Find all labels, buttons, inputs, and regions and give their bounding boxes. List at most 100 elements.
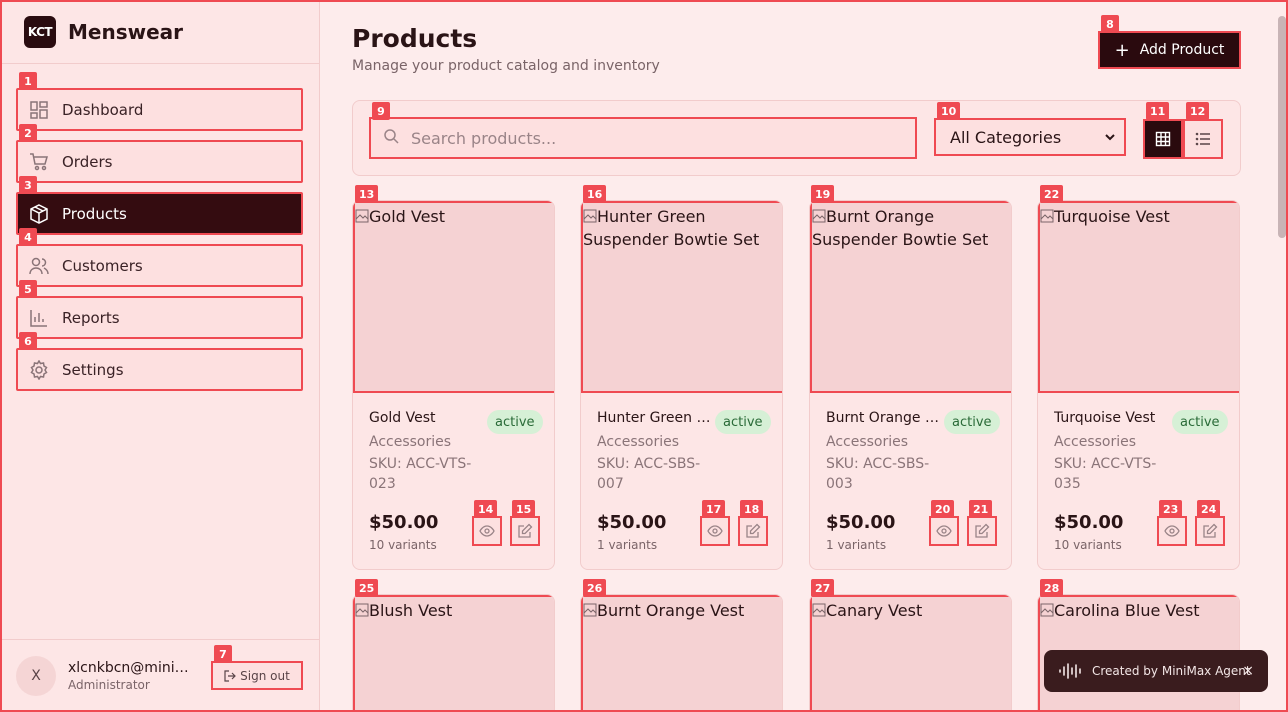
product-price: $50.00 — [826, 512, 896, 533]
search-input[interactable]: Search products... — [369, 117, 917, 159]
sidebar-item-orders[interactable]: Orders — [16, 140, 303, 183]
gear-icon — [28, 359, 50, 381]
grid-icon — [1155, 131, 1171, 147]
product-image[interactable]: Canary Vest — [810, 595, 1011, 712]
edit-button[interactable] — [738, 516, 768, 546]
edit-button[interactable] — [1195, 516, 1225, 546]
marker: 2 — [19, 124, 37, 142]
marker: 12 — [1186, 102, 1210, 120]
product-variants: 10 variants — [369, 538, 437, 552]
marker: 22 — [1040, 185, 1064, 203]
dashboard-icon — [28, 99, 50, 121]
sidebar-item-products[interactable]: Products — [16, 192, 303, 235]
broken-image-icon — [1040, 206, 1054, 223]
product-card: Gold Vest Gold Vest active Accessories S… — [352, 200, 555, 570]
sign-out-label: Sign out — [240, 668, 290, 683]
list-icon — [1195, 131, 1211, 147]
product-sku: SKU: ACC-SBS-003 — [826, 456, 930, 492]
marker: 25 — [355, 579, 379, 597]
product-category: Accessories — [597, 434, 680, 450]
eye-icon — [1164, 523, 1180, 539]
marker: 20 — [931, 500, 955, 518]
edit-icon — [517, 523, 533, 539]
product-sku: SKU: ACC-SBS-007 — [597, 456, 701, 492]
sidebar-item-label: Orders — [62, 152, 113, 171]
broken-image-icon — [583, 600, 597, 617]
marker: 1 — [19, 72, 37, 90]
box-icon — [28, 203, 50, 225]
chevron-down-icon — [1104, 131, 1116, 143]
product-variants: 1 variants — [597, 538, 658, 552]
broken-image-icon — [812, 600, 826, 617]
add-product-button[interactable]: + Add Product — [1098, 31, 1241, 69]
view-button[interactable] — [472, 516, 502, 546]
toast-text: Created by MiniMax Agent — [1092, 664, 1251, 678]
marker: 14 — [474, 500, 498, 518]
product-card: Canary Vest — [809, 594, 1012, 712]
product-name: Gold Vest — [369, 410, 436, 426]
product-image[interactable]: Blush Vest — [353, 595, 554, 712]
status-badge: active — [487, 410, 543, 434]
filter-toolbar: 9 Search products... 10 All Categories 1… — [352, 100, 1241, 176]
plus-icon: + — [1114, 39, 1130, 61]
product-card: Turquoise Vest Turquoise Vest active Acc… — [1037, 200, 1240, 570]
scrollbar[interactable] — [1278, 16, 1286, 238]
brand-name: Menswear — [68, 19, 184, 44]
product-card: Blush Vest — [352, 594, 555, 712]
sidebar-item-reports[interactable]: Reports — [16, 296, 303, 339]
eye-icon — [707, 523, 723, 539]
cart-icon — [28, 151, 50, 173]
broken-image-icon — [1040, 600, 1054, 617]
edit-button[interactable] — [510, 516, 540, 546]
sign-out-button[interactable]: Sign out — [211, 661, 303, 690]
product-category: Accessories — [1054, 434, 1137, 450]
eye-icon — [936, 523, 952, 539]
main-content: Products Manage your product catalog and… — [320, 0, 1288, 712]
product-price: $50.00 — [597, 512, 667, 533]
marker: 28 — [1040, 579, 1064, 597]
category-select[interactable]: All Categories — [934, 118, 1126, 156]
product-image[interactable]: Burnt Orange Suspender Bowtie Set — [810, 201, 1011, 393]
sidebar: KCT Menswear 1 Dashboard 2 Orders 3 Prod… — [0, 0, 320, 712]
marker: 13 — [355, 185, 379, 203]
marker: 3 — [19, 176, 37, 194]
product-image-alt: Blush Vest — [369, 601, 453, 620]
broken-image-icon — [355, 600, 369, 617]
product-image-alt: Canary Vest — [826, 601, 923, 620]
list-view-button[interactable] — [1183, 119, 1223, 159]
view-button[interactable] — [929, 516, 959, 546]
product-sku: SKU: ACC-VTS-023 — [369, 456, 472, 492]
marker: 5 — [19, 280, 37, 298]
product-name: Burnt Orange Suspender Bowtie Set — [826, 410, 946, 426]
view-button[interactable] — [1157, 516, 1187, 546]
edit-button[interactable] — [967, 516, 997, 546]
marker: 4 — [19, 228, 37, 246]
users-icon — [28, 255, 50, 277]
broken-image-icon — [812, 206, 826, 223]
marker: 6 — [19, 332, 37, 350]
user-email: xlcnkbcn@minimax.io — [68, 660, 198, 676]
view-button[interactable] — [700, 516, 730, 546]
product-image[interactable]: Burnt Orange Vest — [581, 595, 782, 712]
close-icon[interactable]: × — [1242, 663, 1254, 679]
status-badge: active — [944, 410, 1000, 434]
product-image-alt: Burnt Orange Vest — [597, 601, 745, 620]
marker: 8 — [1101, 15, 1119, 33]
marker: 18 — [740, 500, 764, 518]
sidebar-item-dashboard[interactable]: Dashboard — [16, 88, 303, 131]
status-badge: active — [1172, 410, 1228, 434]
user-info: xlcnkbcn@minimax.io Administrator — [68, 660, 198, 692]
marker: 9 — [372, 102, 390, 120]
brand-logo: KCT — [24, 15, 56, 48]
product-image[interactable]: Gold Vest — [353, 201, 554, 393]
product-image-alt: Burnt Orange Suspender Bowtie Set — [812, 207, 989, 249]
product-name: Hunter Green Suspender Bowtie Set — [597, 410, 717, 426]
product-card: Hunter Green Suspender Bowtie Set Hunter… — [580, 200, 783, 570]
sign-out-icon — [224, 669, 237, 682]
product-image[interactable]: Hunter Green Suspender Bowtie Set — [581, 201, 782, 393]
sidebar-item-settings[interactable]: Settings — [16, 348, 303, 391]
waveform-icon — [1058, 662, 1082, 680]
sidebar-item-customers[interactable]: Customers — [16, 244, 303, 287]
grid-view-button[interactable] — [1143, 119, 1183, 159]
product-image[interactable]: Turquoise Vest — [1038, 201, 1239, 393]
